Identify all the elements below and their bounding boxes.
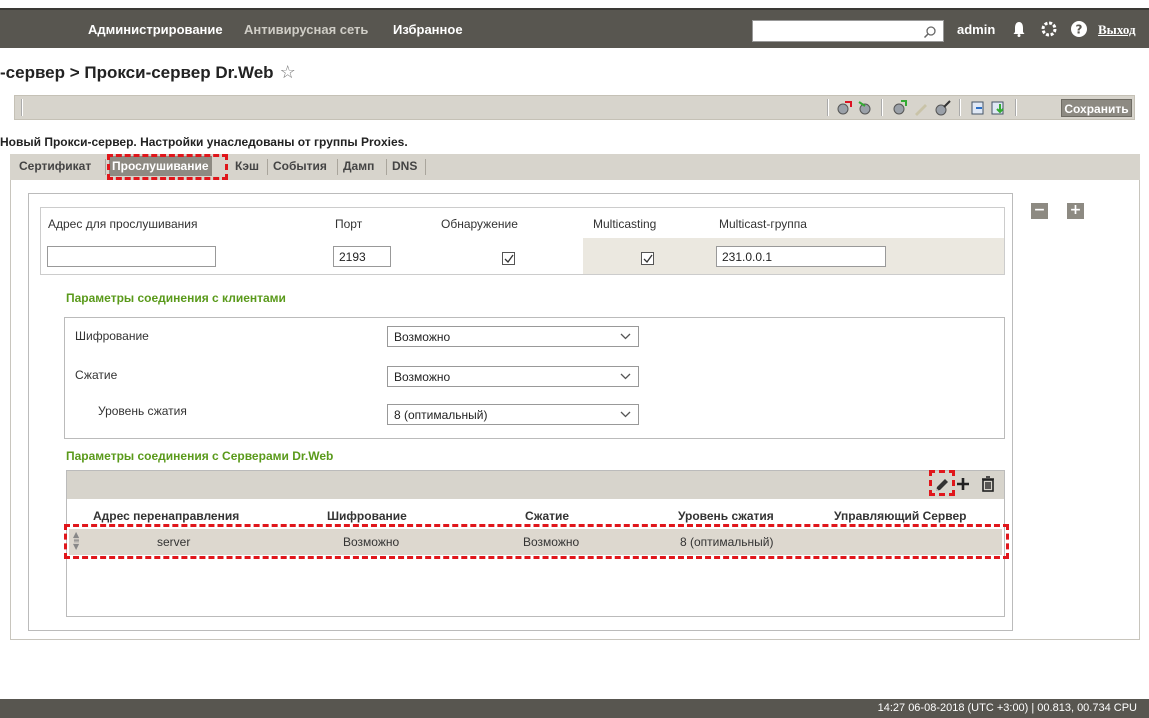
multicasting-header: Multicasting (593, 217, 657, 231)
copy-settings-icon[interactable] (970, 100, 986, 116)
multicasting-checkbox[interactable] (641, 252, 654, 265)
tab-separator (386, 159, 387, 175)
edit-disabled-icon[interactable] (913, 100, 929, 116)
toolbar-separator (827, 99, 829, 116)
breadcrumb: -сервер > Прокси-сервер Dr.Web ☆ (0, 62, 296, 83)
checkmark-icon (504, 254, 514, 264)
nav-favorites[interactable]: Избранное (393, 22, 463, 37)
tab-separator (425, 159, 426, 175)
add-entry-button[interactable]: + (1067, 203, 1084, 219)
discovery-checkbox[interactable] (502, 252, 515, 265)
toolbar-separator (959, 99, 961, 116)
multicast-group-field[interactable]: 231.0.0.1 (716, 246, 886, 267)
inheritance-notice: Новый Прокси-сервер. Настройки унаследов… (0, 135, 408, 149)
grid-toolbar (67, 471, 1004, 499)
gear-icon[interactable] (1040, 20, 1058, 38)
top-bar: Администрирование Антивирусная сеть Избр… (0, 8, 1149, 48)
tab-events[interactable]: События (273, 159, 327, 173)
search-icon[interactable] (923, 25, 937, 39)
discovery-header: Обнаружение (441, 217, 518, 231)
listen-address-field[interactable] (47, 246, 216, 267)
action-toolbar: Сохранить (14, 95, 1135, 120)
compression-select[interactable]: Возможно (387, 366, 639, 387)
tab-separator (267, 159, 268, 175)
nav-administration[interactable]: Администрирование (88, 22, 223, 37)
save-button[interactable]: Сохранить (1061, 99, 1132, 117)
tab-dns[interactable]: DNS (392, 159, 417, 173)
col-encryption[interactable]: Шифрование (327, 509, 407, 523)
plus-icon[interactable] (955, 476, 971, 492)
logout-link[interactable]: Выход (1098, 22, 1136, 38)
checkmark-icon (643, 254, 653, 264)
compression-value: Возможно (394, 370, 451, 384)
col-managing-server[interactable]: Управляющий Сервер (834, 509, 966, 523)
server-params-title: Параметры соединения с Серверами Dr.Web (66, 449, 334, 463)
port-header: Порт (335, 217, 363, 231)
reset-icon[interactable] (935, 100, 951, 116)
bell-icon[interactable] (1010, 20, 1028, 38)
compression-level-label: Уровень сжатия (98, 404, 187, 418)
tab-certificate[interactable]: Сертификат (19, 159, 91, 173)
client-params-title: Параметры соединения с клиентами (66, 291, 286, 305)
tab-separator (105, 159, 106, 175)
col-compression-level[interactable]: Уровень сжатия (678, 509, 774, 523)
status-text: 14:27 06-08-2018 (UTC +3:00) | 00.813, 0… (877, 702, 1137, 714)
multicast-group-header: Multicast-группа (719, 217, 807, 231)
edit-icon-highlight-frame (929, 470, 955, 496)
trash-icon[interactable] (981, 476, 995, 492)
tab-highlight-frame (107, 154, 228, 180)
propagate-icon[interactable] (891, 100, 907, 116)
remove-entry-button[interactable]: − (1031, 203, 1048, 219)
chevron-down-icon (620, 333, 631, 340)
row-highlight-frame (64, 524, 1009, 559)
export-config-icon[interactable] (837, 100, 853, 116)
paste-settings-icon[interactable] (990, 100, 1006, 116)
tab-cache[interactable]: Кэш (235, 159, 259, 173)
encryption-label: Шифрование (75, 329, 149, 343)
svg-text:?: ? (1076, 23, 1083, 37)
help-icon[interactable]: ? (1070, 20, 1088, 38)
encryption-select[interactable]: Возможно (387, 326, 639, 347)
compression-level-select[interactable]: 8 (оптимальный) (387, 404, 639, 425)
encryption-value: Возможно (394, 330, 451, 344)
tab-separator (337, 159, 338, 175)
nav-antivirus-network[interactable]: Антивирусная сеть (244, 22, 368, 37)
toolbar-separator (1015, 99, 1017, 116)
search-input[interactable] (752, 20, 944, 42)
compression-label: Сжатие (75, 368, 118, 382)
toolbar-separator (881, 99, 883, 116)
toolbar-grip (21, 99, 23, 116)
favorite-star-icon[interactable]: ☆ (280, 62, 296, 82)
chevron-down-icon (620, 411, 631, 418)
page-title: -сервер > Прокси-сервер Dr.Web (0, 63, 274, 82)
port-field[interactable]: 2193 (333, 246, 391, 267)
compression-level-value: 8 (оптимальный) (394, 408, 488, 422)
user-name[interactable]: admin (957, 22, 995, 37)
listen-address-header: Адрес для прослушивания (48, 217, 198, 231)
tab-dump[interactable]: Дамп (343, 159, 374, 173)
status-bar: 14:27 06-08-2018 (UTC +3:00) | 00.813, 0… (0, 699, 1149, 718)
import-config-icon[interactable] (857, 100, 873, 116)
chevron-down-icon (620, 373, 631, 380)
col-redirect-address[interactable]: Адрес перенаправления (93, 509, 239, 523)
col-compression[interactable]: Сжатие (525, 509, 569, 523)
